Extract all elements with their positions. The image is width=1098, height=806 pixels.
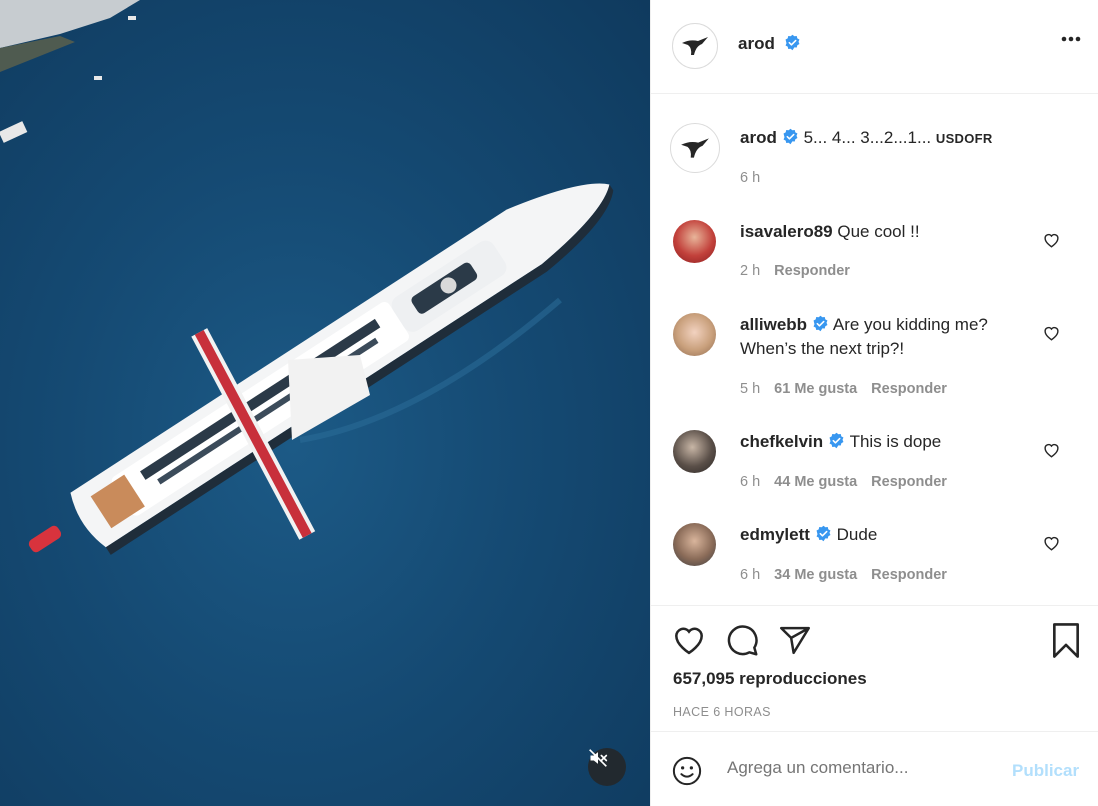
comment-meta: 2 h Responder [740, 263, 864, 279]
comment-meta: 5 h 61 Me gusta Responder [740, 381, 961, 397]
comment-timestamp: 6 h [740, 567, 761, 583]
verified-badge-icon [816, 525, 831, 542]
comment-input[interactable] [727, 758, 987, 778]
verified-badge-icon [783, 128, 798, 145]
comment-meta: 6 h 34 Me gusta Responder [740, 567, 961, 583]
comments-list: arod 5... 4... 3...2...1... USDOFR 6 h i… [651, 94, 1098, 606]
comment-username[interactable]: edmylett [740, 525, 810, 544]
comment-username[interactable]: chefkelvin [740, 432, 823, 451]
caption-author-avatar[interactable] [670, 123, 720, 173]
reply-button[interactable]: Responder [871, 474, 947, 490]
comment-likes-count[interactable]: 61 Me gusta [774, 381, 857, 397]
comment-timestamp: 6 h [740, 474, 761, 490]
caption: arod 5... 4... 3...2...1... USDOFR [740, 126, 1070, 151]
comment-body: alliwebb Are you kidding me? When’s the … [740, 313, 1040, 361]
post-age[interactable]: HACE 6 HORAS [673, 705, 771, 719]
reply-button[interactable]: Responder [871, 381, 947, 397]
commenter-avatar[interactable] [673, 430, 716, 473]
more-options-icon[interactable] [1061, 36, 1081, 42]
comment-body: isavalero89 Que cool !! [740, 220, 1040, 244]
arod-logo-icon [682, 37, 708, 55]
author-avatar[interactable] [672, 23, 718, 69]
paper-plane-icon[interactable] [778, 624, 812, 657]
comment-text: Que cool !! [837, 222, 920, 241]
comment-text: Dude [836, 525, 878, 544]
comment-username[interactable]: isavalero89 [740, 222, 833, 241]
comment-timestamp: 2 h [740, 263, 761, 279]
comment-like-heart-icon[interactable] [1043, 535, 1060, 551]
post-comment-button[interactable]: Publicar [1012, 761, 1079, 781]
comment-composer: Publicar [651, 732, 1098, 806]
reply-button[interactable]: Responder [871, 567, 947, 583]
emoji-icon[interactable] [672, 756, 702, 786]
reply-button[interactable]: Responder [774, 263, 850, 279]
arod-logo-icon [681, 138, 709, 158]
post-details-panel: arod arod 5... 4... 3...2...1... USDOFR … [650, 0, 1098, 806]
comment-like-heart-icon[interactable] [1043, 442, 1060, 458]
bookmark-icon[interactable] [1051, 623, 1081, 658]
comment-timestamp: 5 h [740, 381, 761, 397]
caption-timestamp: 6 h [740, 170, 761, 186]
mute-toggle-button[interactable] [588, 748, 626, 786]
comment-username[interactable]: alliwebb [740, 315, 807, 334]
caption-tag[interactable]: USDOFR [936, 131, 993, 146]
comment-like-heart-icon[interactable] [1043, 325, 1060, 341]
commenter-avatar[interactable] [673, 523, 716, 566]
comment-body: chefkelvin This is dope [740, 430, 1040, 454]
heart-icon[interactable] [672, 624, 706, 655]
verified-badge-icon [785, 34, 800, 51]
commenter-avatar[interactable] [673, 313, 716, 356]
comment-icon[interactable] [726, 624, 759, 657]
caption-username[interactable]: arod [740, 128, 777, 147]
post-header: arod [651, 0, 1098, 94]
author-username[interactable]: arod [738, 34, 775, 53]
verified-badge-icon [813, 315, 828, 332]
caption-meta: 6 h [740, 170, 774, 186]
comment-like-heart-icon[interactable] [1043, 232, 1060, 248]
comment-body: edmylett Dude [740, 523, 1040, 547]
post-video[interactable] [0, 0, 650, 806]
post-actions: 657,095 reproducciones HACE 6 HORAS [651, 606, 1098, 732]
comment-likes-count[interactable]: 34 Me gusta [774, 567, 857, 583]
caption-text: 5... 4... 3...2...1... [803, 128, 932, 147]
speaker-muted-icon [589, 749, 608, 767]
verified-badge-icon [829, 432, 844, 449]
yacht-aerial-image [0, 0, 614, 555]
comment-likes-count[interactable]: 44 Me gusta [774, 474, 857, 490]
comment-meta: 6 h 44 Me gusta Responder [740, 474, 961, 490]
commenter-avatar[interactable] [673, 220, 716, 263]
comment-text: This is dope [849, 432, 942, 451]
views-count[interactable]: 657,095 reproducciones [673, 669, 867, 689]
